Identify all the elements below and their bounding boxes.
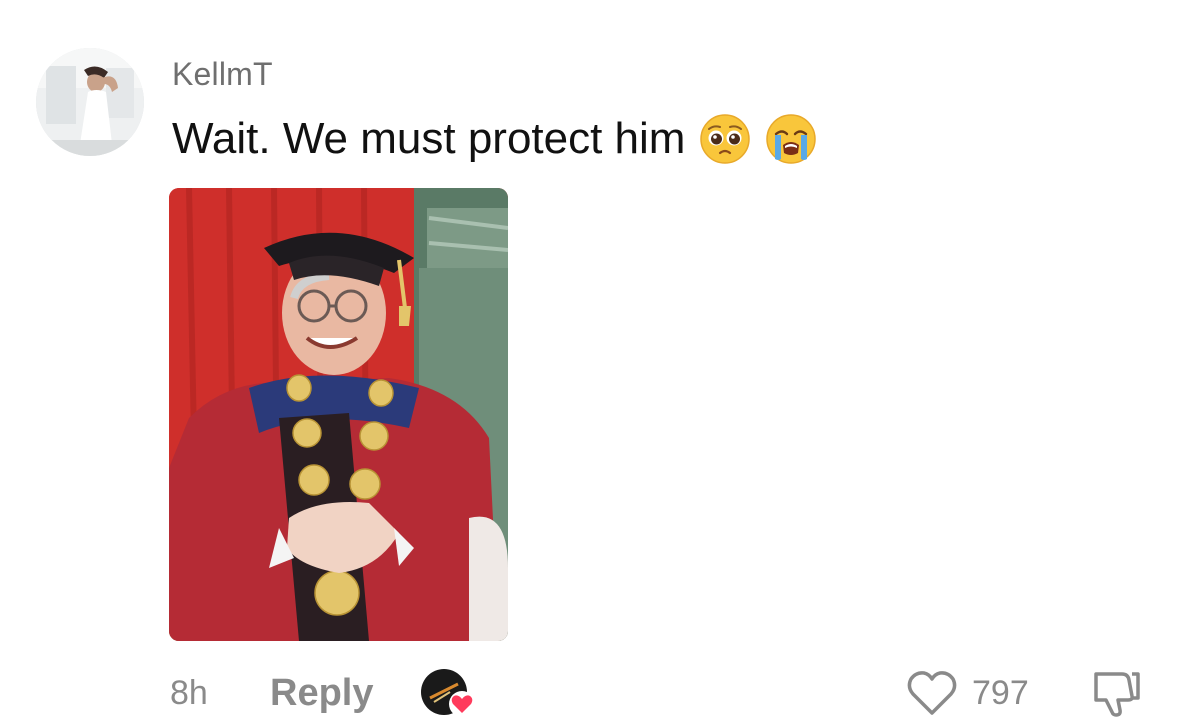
comment-attached-photo[interactable] (169, 188, 508, 641)
comment-body: Wait. We must protect him (172, 113, 817, 165)
comment-text: Wait. We must protect him (172, 114, 686, 163)
user-avatar[interactable] (36, 48, 144, 156)
heart-icon (907, 671, 957, 715)
loudly-crying-face-icon (765, 113, 817, 165)
comment-username[interactable]: KellmT (172, 56, 273, 93)
comment-timestamp: 8h (170, 674, 208, 712)
graduation-photo (169, 188, 508, 641)
like-count: 797 (972, 673, 1029, 712)
dislike-button[interactable] (1088, 666, 1144, 718)
like-button[interactable]: 797 (906, 668, 1029, 718)
liked-by-creator-badge (420, 668, 480, 718)
reply-button[interactable]: Reply (270, 672, 373, 715)
comment-item: KellmT Wait. We must protect him 8h Repl… (0, 0, 1179, 722)
thumbs-down-icon (1094, 672, 1140, 717)
pleading-face-icon (699, 113, 751, 165)
avatar-image (36, 48, 144, 156)
